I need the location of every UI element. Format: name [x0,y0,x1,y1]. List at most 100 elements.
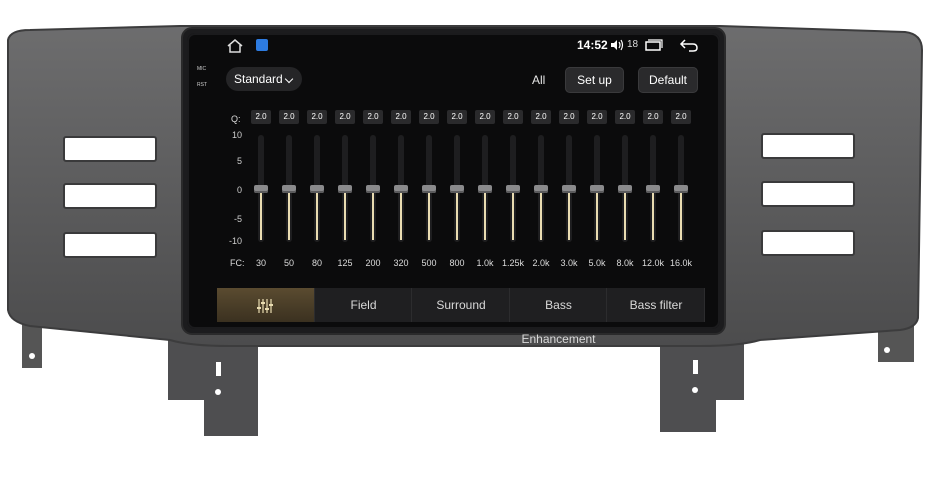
eq-band: 2.0 5.0k [587,110,607,270]
slider-knob[interactable] [394,185,408,193]
eq-band: 2.0 30 [251,110,271,270]
gain-slider[interactable] [646,135,660,242]
scale-tick: 0 [236,185,242,195]
slider-knob[interactable] [646,185,660,193]
head-unit: 14:52 18 MIC RST Standard All Set up Def… [0,0,931,484]
preset-dropdown[interactable]: Standard [226,67,302,91]
eq-band: 2.0 16.0k [670,110,692,270]
gain-slider[interactable] [394,135,408,242]
slider-fill [568,193,570,240]
slider-fill [316,193,318,240]
q-value[interactable]: 2.0 [363,110,383,124]
q-value[interactable]: 2.0 [531,110,551,124]
q-value[interactable]: 2.0 [251,110,271,124]
slider-knob[interactable] [506,185,520,193]
all-toggle[interactable]: All [532,73,545,87]
gain-slider[interactable] [506,135,520,242]
eq-band: 2.0 2.0k [531,110,551,270]
app-icon[interactable] [256,39,268,51]
slider-knob[interactable] [590,185,604,193]
setup-button[interactable]: Set up [565,67,624,93]
scale-tick: 10 [231,130,242,140]
slider-fill [372,193,374,240]
tab-surround[interactable]: Surround [412,288,510,322]
fc-label: FC: [230,258,245,268]
gain-slider[interactable] [282,135,296,242]
slider-fill [540,193,542,240]
eq-band: 2.0 50 [279,110,299,270]
eq-band: 2.0 800 [447,110,467,270]
slider-knob[interactable] [310,185,324,193]
q-value[interactable]: 2.0 [671,110,691,124]
q-value[interactable]: 2.0 [447,110,467,124]
q-value[interactable]: 2.0 [419,110,439,124]
status-bar: 14:52 18 [187,33,720,57]
gain-slider[interactable] [562,135,576,242]
gain-scale: 10 5 0 -5 -10 [228,128,242,248]
tab-bass-enhancement[interactable]: Bass Enhancement [510,288,607,346]
back-icon[interactable] [679,38,699,52]
q-value[interactable]: 2.0 [559,110,579,124]
slider-knob[interactable] [618,185,632,193]
multiwindow-icon[interactable] [645,39,663,51]
q-value[interactable]: 2.0 [307,110,327,124]
gain-slider[interactable] [478,135,492,242]
slider-knob[interactable] [478,185,492,193]
gain-slider[interactable] [450,135,464,242]
gain-slider[interactable] [534,135,548,242]
slider-knob[interactable] [450,185,464,193]
eq-band: 2.0 3.0k [559,110,579,270]
slider-fill [680,193,682,240]
freq-label: 16.0k [669,258,693,268]
clock: 14:52 [577,38,608,52]
slider-fill [596,193,598,240]
preset-value: Standard [234,72,283,86]
slider-knob[interactable] [562,185,576,193]
gain-slider[interactable] [310,135,324,242]
volume-icon[interactable] [610,39,624,51]
gain-slider[interactable] [366,135,380,242]
eq-band: 2.0 1.25k [502,110,524,270]
slider-knob[interactable] [282,185,296,193]
slider-fill [400,193,402,240]
home-icon[interactable] [227,39,243,53]
q-value[interactable]: 2.0 [503,110,523,124]
slider-fill [512,193,514,240]
q-value[interactable]: 2.0 [391,110,411,124]
chevron-down-icon [284,74,294,84]
gain-slider[interactable] [618,135,632,242]
q-value[interactable]: 2.0 [643,110,663,124]
q-value[interactable]: 2.0 [615,110,635,124]
slider-knob[interactable] [366,185,380,193]
scale-tick: -5 [233,214,242,224]
eq-band: 2.0 80 [307,110,327,270]
slider-knob[interactable] [534,185,548,193]
mic-label: MIC [197,66,207,72]
tab-bar: Field Surround Bass Enhancement Bass fil… [217,288,705,346]
slider-fill [344,193,346,240]
slider-fill [260,193,262,240]
slider-knob[interactable] [338,185,352,193]
tab-equalizer[interactable] [217,288,315,322]
q-value[interactable]: 2.0 [279,110,299,124]
gain-slider[interactable] [338,135,352,242]
slider-knob[interactable] [674,185,688,193]
slider-knob[interactable] [422,185,436,193]
eq-band: 2.0 200 [363,110,383,270]
gain-slider[interactable] [674,135,688,242]
slider-knob[interactable] [254,185,268,193]
eq-band: 2.0 320 [391,110,411,270]
default-button[interactable]: Default [638,67,698,93]
equalizer-icon [257,298,273,313]
q-value[interactable]: 2.0 [475,110,495,124]
gain-slider[interactable] [590,135,604,242]
tab-bass-filter[interactable]: Bass filter [607,288,705,322]
tab-field[interactable]: Field [315,288,412,322]
q-label: Q: [231,114,241,124]
gain-slider[interactable] [254,135,268,242]
gain-slider[interactable] [422,135,436,242]
q-value[interactable]: 2.0 [335,110,355,124]
q-value[interactable]: 2.0 [587,110,607,124]
reset-button[interactable]: RST [197,82,207,88]
eq-band: 2.0 125 [335,110,355,270]
